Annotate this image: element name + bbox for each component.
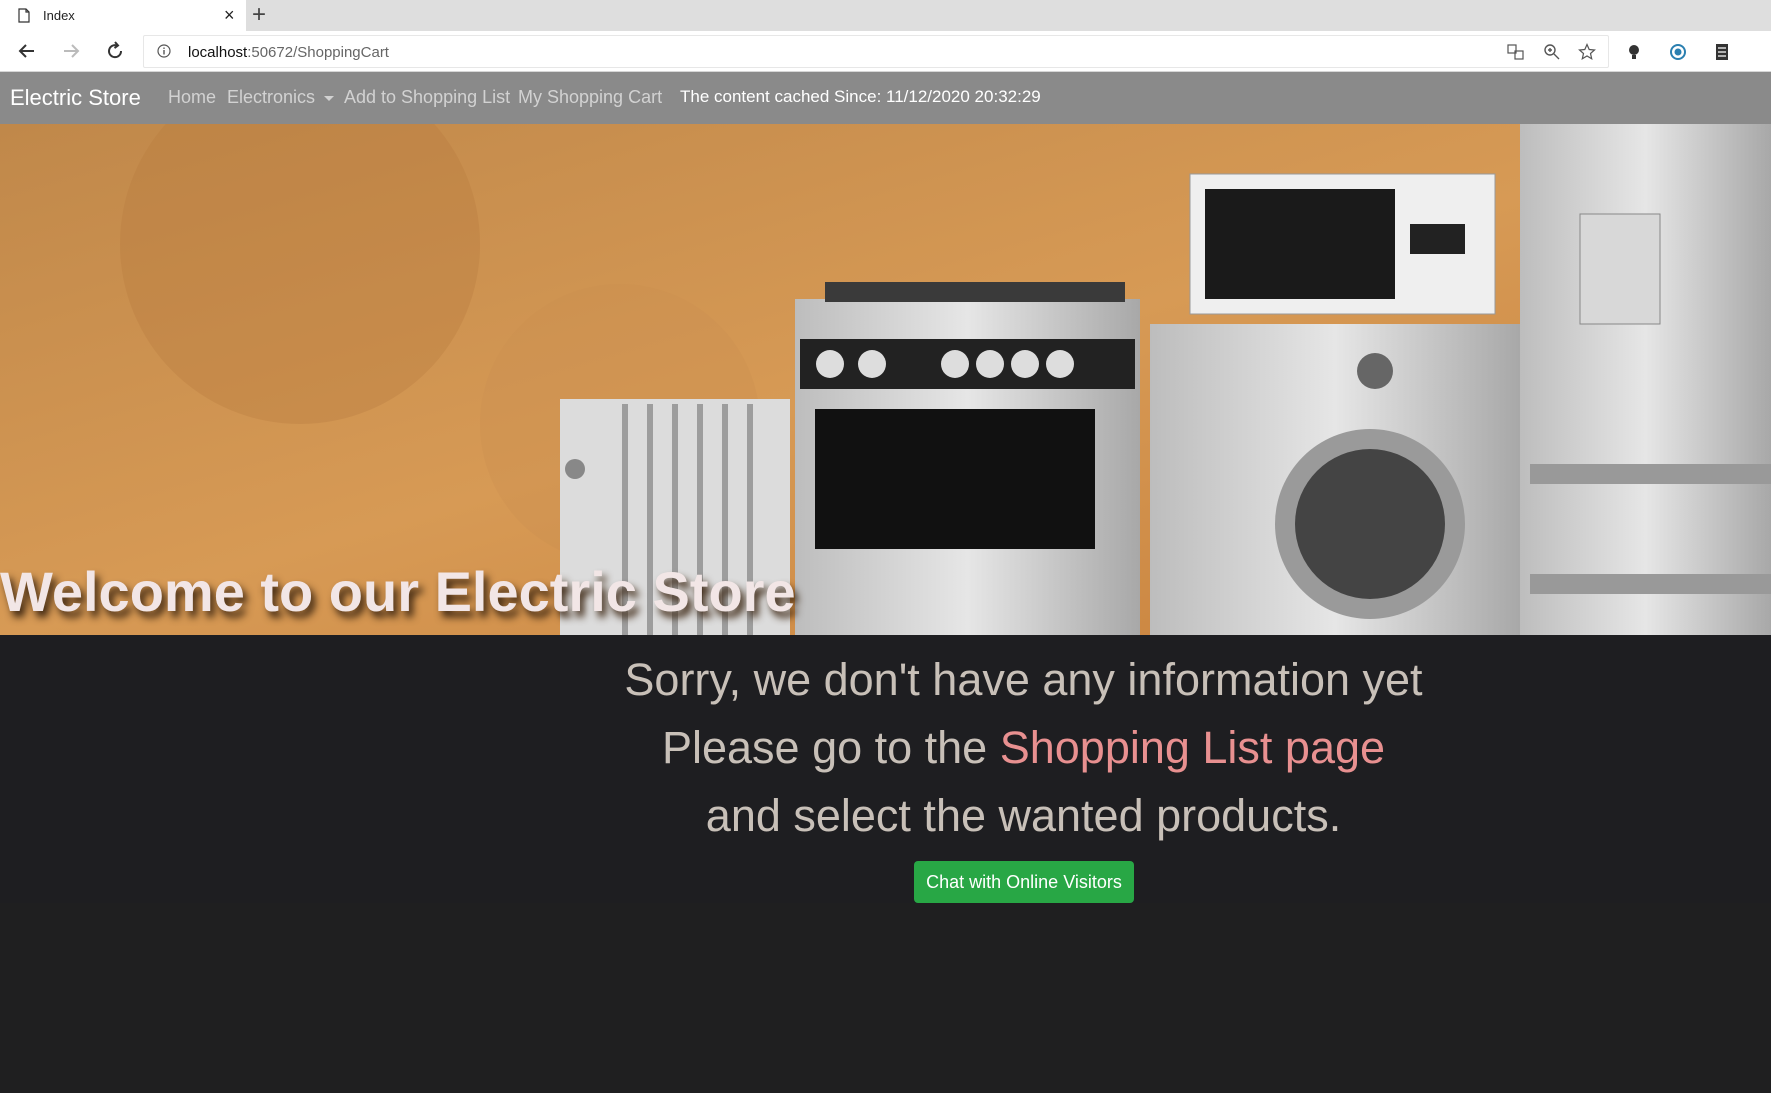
tab-title: Index (43, 8, 75, 23)
chat-online-visitors-button[interactable]: Chat with Online Visitors (914, 861, 1134, 903)
browser-tab[interactable]: Index × (0, 0, 246, 31)
back-icon[interactable] (15, 39, 39, 63)
brand-link[interactable]: Electric Store (10, 85, 141, 111)
nav-home[interactable]: Home (168, 87, 216, 108)
hero-title: Welcome to our Electric Store (0, 560, 796, 623)
record-extension-icon[interactable] (1669, 43, 1687, 61)
message-line-2: Please go to the Shopping List page (661, 722, 1386, 773)
zoom-icon[interactable] (1543, 43, 1561, 61)
star-icon[interactable] (1578, 43, 1596, 61)
site-navbar: Electric Store Home Electronics Add to S… (0, 72, 1771, 124)
refresh-icon[interactable] (103, 39, 127, 63)
close-icon[interactable]: × (224, 5, 235, 25)
chevron-down-icon (324, 95, 335, 101)
url-text: localhost:50672/ShoppingCart (188, 44, 389, 61)
hero-banner: Welcome to our Electric Store (0, 124, 1771, 635)
browser-tab-strip: Index × + (0, 0, 1771, 31)
lightbulb-extension-icon[interactable] (1625, 43, 1643, 61)
nav-my-shopping-cart[interactable]: My Shopping Cart (518, 87, 662, 108)
nav-electronics-dropdown[interactable]: Electronics (227, 87, 335, 108)
notes-extension-icon[interactable] (1713, 43, 1731, 61)
address-bar[interactable]: localhost:50672/ShoppingCart (143, 35, 1609, 68)
info-icon[interactable] (157, 44, 171, 58)
translate-icon[interactable] (1507, 43, 1525, 61)
message-line-3: and select the wanted products. (705, 790, 1342, 841)
cache-timestamp: The content cached Since: 11/12/2020 20:… (680, 87, 1041, 106)
nav-add-to-shopping-list[interactable]: Add to Shopping List (344, 87, 510, 108)
browser-toolbar: localhost:50672/ShoppingCart (0, 31, 1771, 72)
page-icon (18, 8, 30, 23)
page-footer-area (0, 903, 1771, 1093)
forward-icon[interactable] (59, 39, 83, 63)
new-tab-icon[interactable]: + (252, 2, 266, 28)
empty-cart-message: Sorry, we don't have any information yet… (0, 635, 1771, 903)
message-line-1: Sorry, we don't have any information yet (624, 654, 1423, 705)
shopping-list-link[interactable]: Shopping List page (1000, 722, 1385, 773)
